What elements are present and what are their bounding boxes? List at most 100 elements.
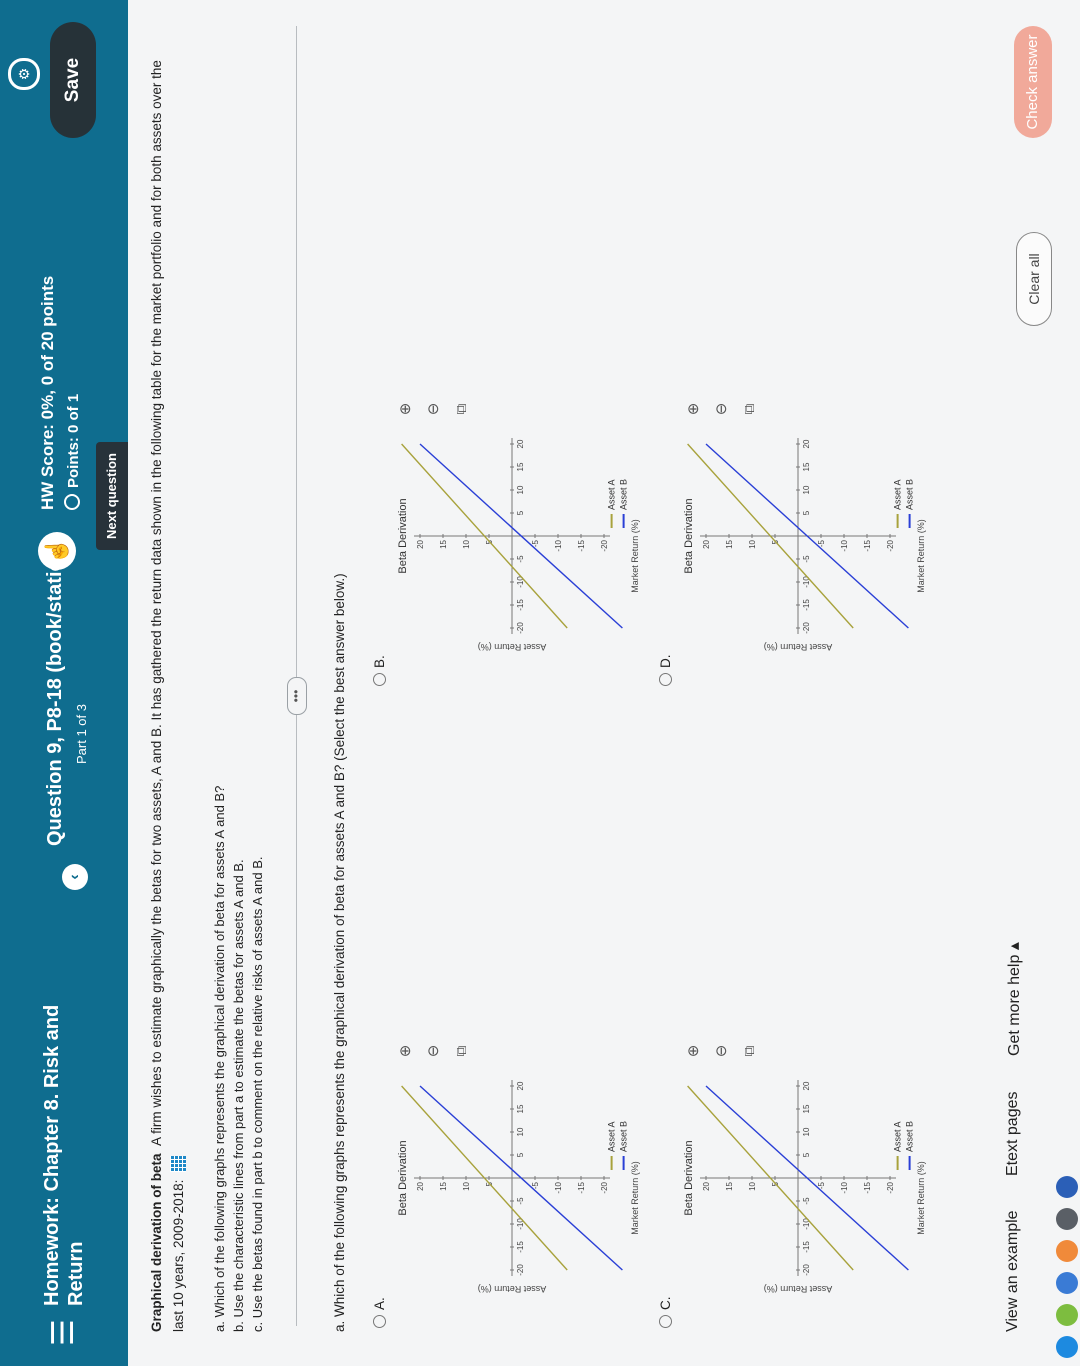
popout-icon[interactable]: ⧉ [736, 394, 764, 424]
x-tick-label: 10 [516, 485, 525, 494]
x-tick-label: 20 [516, 439, 525, 448]
etext-pages-link[interactable]: Etext pages [1004, 1092, 1022, 1177]
data-table-icon[interactable] [170, 1155, 186, 1172]
hw-score: HW Score: 0%, 0 of 20 points [38, 275, 57, 510]
option-d[interactable]: D. [658, 655, 673, 686]
y-tick-label: 10 [462, 539, 471, 548]
chart-d-tools: ⊕ ⊖ ⧉ [680, 394, 764, 424]
progress-circle-icon [64, 494, 80, 510]
zoom-in-icon[interactable]: ⊕ [680, 394, 708, 424]
popout-icon[interactable]: ⧉ [448, 1036, 476, 1066]
question-statement: Graphical derivation of beta A firm wish… [146, 52, 190, 1332]
zoom-in-icon[interactable]: ⊕ [392, 394, 420, 424]
part-a-text: a. Which of the following graphs represe… [212, 785, 227, 1332]
chart-title: Beta Derivation [683, 1140, 695, 1215]
x-tick-label: 5 [516, 510, 525, 515]
word-icon[interactable] [1056, 1176, 1078, 1198]
popout-icon[interactable]: ⧉ [736, 1036, 764, 1066]
question-body: A firm wishes to estimate graphically th… [149, 60, 186, 1332]
question-heading: Graphical derivation of beta [149, 1153, 164, 1332]
divider [296, 26, 297, 1326]
x-tick-label: 10 [802, 485, 811, 494]
apps-icon[interactable] [1056, 1208, 1078, 1230]
y-tick-label: 15 [725, 1181, 734, 1190]
question-part: Part 1 of 3 [74, 704, 89, 764]
browser-icon[interactable] [1056, 1272, 1078, 1294]
option-a[interactable]: A. [372, 1297, 387, 1328]
x-axis-label: Market Return (%) [916, 1161, 926, 1235]
radio-option-c[interactable] [659, 1315, 672, 1328]
store-icon[interactable] [1056, 1240, 1078, 1262]
chart-option-b: Beta Derivation-20-15-10-551015202015105… [394, 424, 649, 654]
edge-icon[interactable] [1056, 1336, 1078, 1358]
y-tick-label: 20 [416, 539, 425, 548]
zoom-in-icon[interactable]: ⊕ [680, 1036, 708, 1066]
previous-question-button[interactable]: ‹ [62, 864, 88, 890]
zoom-in-icon[interactable]: ⊕ [392, 1036, 420, 1066]
get-more-help-link[interactable]: Get more help ▴ [1004, 942, 1024, 1056]
y-tick-label: -20 [600, 539, 609, 551]
next-question-button[interactable]: Next question [96, 442, 128, 550]
zoom-out-icon[interactable]: ⊖ [708, 394, 736, 424]
expand-more-button[interactable]: ••• [287, 677, 307, 715]
option-a-label: A. [372, 1297, 387, 1310]
zoom-out-icon[interactable]: ⊖ [420, 1036, 448, 1066]
y-tick-label: -10 [554, 539, 563, 551]
beta-chart-svg: Beta Derivation-20-15-10-551015202015105… [683, 438, 926, 652]
y-tick-label: -15 [863, 539, 872, 551]
points-status: Points: 0 of 1 [64, 394, 82, 510]
y-tick-label: 15 [439, 1181, 448, 1190]
save-button[interactable]: Save [50, 22, 96, 138]
x-tick-label: 5 [516, 1152, 525, 1157]
legend-asset-b: Asset B [619, 1121, 629, 1152]
x-tick-label: -5 [802, 1197, 811, 1205]
answer-prompt: a. Which of the following graphs represe… [332, 573, 347, 1332]
option-c-label: C. [658, 1296, 673, 1311]
radio-option-b[interactable] [373, 673, 386, 686]
x-tick-label: -20 [516, 1264, 525, 1276]
x-tick-label: -15 [802, 599, 811, 611]
radio-option-d[interactable] [659, 673, 672, 686]
y-tick-label: -20 [600, 1181, 609, 1193]
x-tick-label: -20 [802, 1264, 811, 1276]
legend-asset-b: Asset B [905, 1121, 915, 1152]
x-tick-label: -20 [802, 622, 811, 634]
hand-pointer-icon[interactable]: ☝ [38, 532, 76, 570]
y-tick-label: -20 [886, 539, 895, 551]
legend-asset-b: Asset B [619, 479, 629, 510]
menu-icon[interactable]: ☰ [46, 1319, 81, 1346]
gear-icon[interactable]: ⚙ [8, 58, 40, 90]
zoom-out-icon[interactable]: ⊖ [708, 1036, 736, 1066]
y-tick-label: 10 [462, 1181, 471, 1190]
x-tick-label: 15 [516, 1104, 525, 1113]
part-b-text: b. Use the characteristic lines from par… [231, 859, 246, 1332]
app-icon[interactable] [1056, 1304, 1078, 1326]
y-tick-label: -20 [886, 1181, 895, 1193]
question-title: Question 9, P8-18 (book/static) [44, 553, 66, 846]
y-tick-label: 15 [725, 539, 734, 548]
clear-all-button[interactable]: Clear all [1016, 232, 1052, 326]
x-tick-label: -10 [802, 576, 811, 588]
y-tick-label: 15 [439, 539, 448, 548]
y-axis-label: Asset Return (%) [764, 642, 833, 652]
option-c[interactable]: C. [658, 1296, 673, 1328]
y-tick-label: -10 [554, 1181, 563, 1193]
popout-icon[interactable]: ⧉ [448, 394, 476, 424]
part-c-text: c. Use the betas found in part b to comm… [250, 856, 265, 1332]
view-example-link[interactable]: View an example [1004, 1210, 1022, 1332]
x-axis-label: Market Return (%) [916, 519, 926, 593]
x-tick-label: 10 [802, 1127, 811, 1136]
top-header: ☰ Homework: Chapter 8. Risk and Return ‹… [0, 0, 128, 1366]
legend-asset-a: Asset A [893, 1121, 903, 1152]
radio-option-a[interactable] [373, 1315, 386, 1328]
y-tick-label: -15 [577, 539, 586, 551]
chart-c-tools: ⊕ ⊖ ⧉ [680, 1036, 764, 1066]
option-b[interactable]: B. [372, 655, 387, 686]
x-tick-label: -5 [516, 1197, 525, 1205]
check-answer-button[interactable]: Check answer [1014, 26, 1052, 138]
y-tick-label: -10 [840, 1181, 849, 1193]
taskbar [1056, 0, 1080, 1366]
chart-title: Beta Derivation [397, 1140, 409, 1215]
zoom-out-icon[interactable]: ⊖ [420, 394, 448, 424]
chart-option-d: Beta Derivation-20-15-10-551015202015105… [680, 424, 935, 654]
